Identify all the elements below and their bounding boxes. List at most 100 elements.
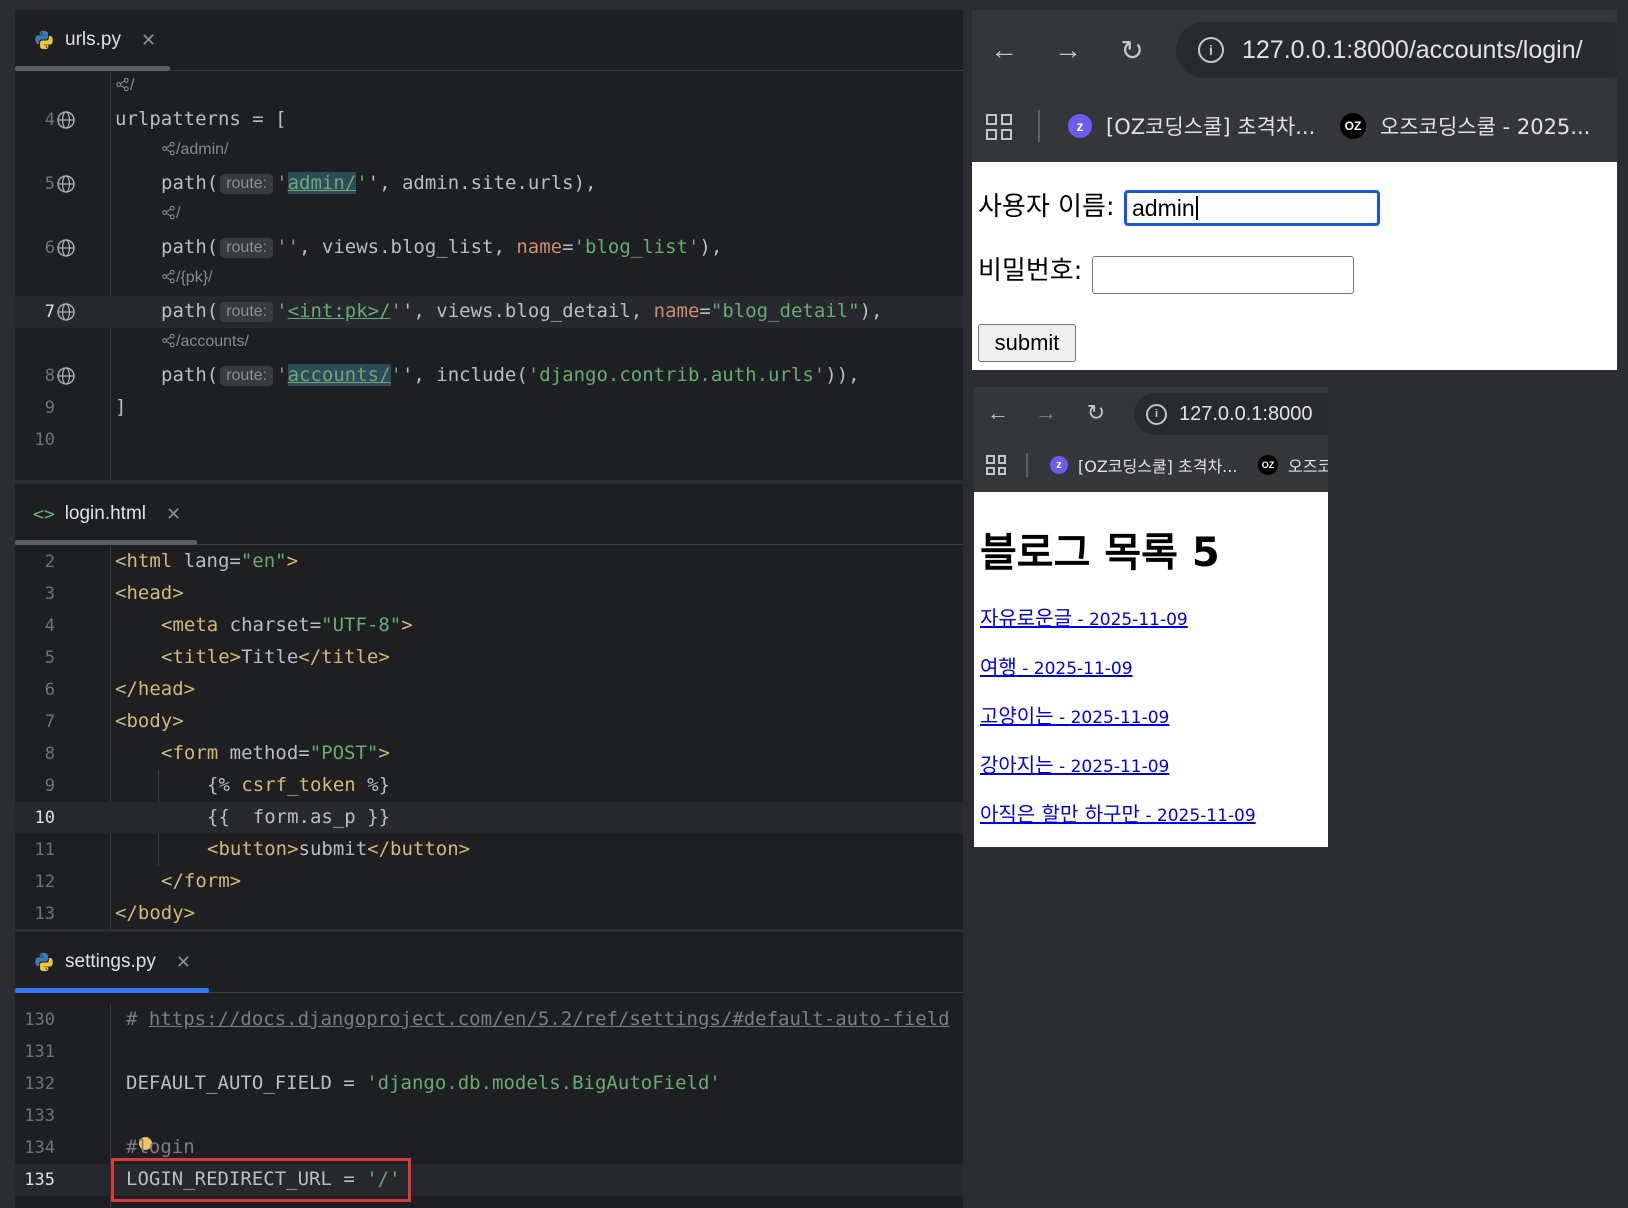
post-link[interactable]: 자유로운글 - 2025-11-09 bbox=[980, 602, 1256, 651]
globe-icon[interactable] bbox=[56, 366, 76, 386]
back-icon[interactable]: ← bbox=[984, 399, 1012, 427]
bookmark-item[interactable]: OZ 오즈코 bbox=[1258, 453, 1328, 477]
html-attr: lang bbox=[183, 550, 230, 572]
reload-icon[interactable]: ↻ bbox=[1114, 32, 1150, 68]
site-info-icon[interactable]: i bbox=[1198, 37, 1224, 63]
blog-list-page: 블로그 목록 5 자유로운글 - 2025-11-09 여행 - 2025-11… bbox=[974, 492, 1328, 847]
active-tab-indicator bbox=[15, 540, 197, 545]
code-line: 5 path(route:'admin/'', admin.site.urls)… bbox=[15, 168, 963, 200]
code-text: path( bbox=[161, 236, 219, 258]
post-title: 아직은 할만 하구만 bbox=[980, 802, 1140, 826]
bookmark-item[interactable]: z [OZ코딩스쿨] 초격차... bbox=[1050, 453, 1237, 477]
code-string: 'blog_list' bbox=[573, 236, 700, 258]
code-text: urlpatterns = [ bbox=[115, 108, 287, 130]
code-text: submit bbox=[298, 838, 368, 860]
globe-icon[interactable] bbox=[56, 238, 76, 258]
oz-bookmark-icon: z bbox=[1050, 456, 1068, 474]
settings-editor-pane: settings.py ✕ 130 # https://docs.djangop… bbox=[15, 932, 963, 1208]
browser-window-login: ← → ↻ i 127.0.0.1:8000/accounts/login/ z… bbox=[972, 10, 1617, 370]
param-hint-chip: route: bbox=[220, 174, 274, 194]
line-number: 10 bbox=[34, 808, 55, 828]
post-separator: - bbox=[1053, 708, 1071, 728]
apps-grid-icon[interactable] bbox=[986, 455, 1006, 475]
submit-button[interactable]: submit bbox=[978, 324, 1076, 362]
browser-window-blog-list: ← → ↻ i 127.0.0.1:8000 z [OZ코딩스쿨] 초격차...… bbox=[974, 387, 1328, 847]
endpoint-share-icon bbox=[115, 77, 130, 92]
endpoint-share-icon bbox=[161, 205, 176, 220]
line-number: 2 bbox=[44, 552, 55, 572]
line-number: 6 bbox=[44, 238, 55, 258]
code-line: 130 # https://docs.djangoproject.com/en/… bbox=[15, 1004, 963, 1036]
line-number: 9 bbox=[44, 398, 55, 418]
html-tag: <form bbox=[161, 742, 230, 764]
tab-login-html[interactable]: <> login.html ✕ bbox=[33, 484, 181, 544]
template-keyword: csrf_token bbox=[241, 774, 356, 796]
tab-urls-py[interactable]: urls.py ✕ bbox=[33, 10, 156, 70]
html-file-icon: <> bbox=[33, 503, 55, 525]
username-value: admin bbox=[1132, 194, 1195, 221]
code-line: 13 </body> bbox=[15, 898, 963, 929]
globe-icon[interactable] bbox=[56, 302, 76, 322]
code-text: = bbox=[562, 236, 574, 258]
post-title: 고양이는 bbox=[980, 704, 1054, 728]
code-text: '' bbox=[276, 236, 300, 258]
reload-icon[interactable]: ↻ bbox=[1082, 399, 1110, 427]
close-icon[interactable]: ✕ bbox=[176, 952, 191, 973]
param-hint-chip: route: bbox=[220, 302, 274, 322]
route-string: accounts/ bbox=[287, 364, 391, 386]
tab-label: urls.py bbox=[65, 29, 121, 50]
template-variable: {{ form.as_p }} bbox=[207, 806, 391, 828]
code-line: 7 <body> bbox=[15, 706, 963, 738]
code-line: 6 path(route: '', views.blog_list, name='… bbox=[15, 232, 963, 264]
bookmark-item[interactable]: OZ 오즈코딩스쿨 - 2025... bbox=[1340, 110, 1590, 142]
template-tag: {% bbox=[207, 774, 242, 796]
bookmark-item[interactable]: z [OZ코딩스쿨] 초격차... bbox=[1068, 110, 1315, 142]
urls-code-area[interactable]: / 4 urlpatterns = [ /admin/ 5 path(route… bbox=[15, 72, 963, 480]
post-separator: - bbox=[1016, 659, 1034, 679]
post-link[interactable]: 고양이는 - 2025-11-09 bbox=[980, 700, 1256, 749]
line-number: 132 bbox=[24, 1074, 55, 1094]
back-icon[interactable]: ← bbox=[986, 32, 1022, 68]
endpoint-share-icon bbox=[161, 333, 176, 348]
html-tag: </title> bbox=[298, 646, 390, 668]
post-link[interactable]: 여행 - 2025-11-09 bbox=[980, 651, 1256, 700]
code-string: 'django.db.models.BigAutoField' bbox=[366, 1072, 721, 1094]
tab-settings-py[interactable]: settings.py ✕ bbox=[33, 932, 191, 992]
close-icon[interactable]: ✕ bbox=[141, 30, 156, 51]
globe-icon[interactable] bbox=[56, 174, 76, 194]
globe-icon[interactable] bbox=[56, 110, 76, 130]
browser-toolbar: ← → ↻ i 127.0.0.1:8000 bbox=[974, 387, 1328, 439]
code-line: 3 <head> bbox=[15, 578, 963, 610]
login-code-area[interactable]: 2 <html lang="en"> 3 <head> 4 <meta char… bbox=[15, 546, 963, 929]
python-file-icon bbox=[33, 951, 55, 973]
code-text: ' bbox=[276, 300, 288, 322]
bookmark-label: [OZ코딩스쿨] 초격차... bbox=[1106, 115, 1316, 139]
close-icon[interactable]: ✕ bbox=[166, 504, 181, 525]
post-link[interactable]: 강아지는 - 2025-11-09 bbox=[980, 749, 1256, 798]
route-hint: /{pk}/ bbox=[176, 269, 213, 286]
post-title: 강아지는 bbox=[980, 753, 1054, 777]
endpoint-share-icon bbox=[161, 269, 176, 284]
password-input[interactable] bbox=[1092, 256, 1354, 294]
forward-icon[interactable]: → bbox=[1050, 32, 1086, 68]
comment-link[interactable]: https://docs.djangoproject.com/en/5.2/re… bbox=[149, 1008, 950, 1030]
post-list: 자유로운글 - 2025-11-09 여행 - 2025-11-09 고양이는 … bbox=[980, 602, 1256, 847]
code-line: /admin/ bbox=[15, 136, 963, 168]
post-separator: - bbox=[1072, 610, 1089, 630]
post-date: 2025-11-09 bbox=[1070, 708, 1170, 728]
post-link[interactable]: 아직은 할만 하구만 - 2025-11-09 bbox=[980, 798, 1256, 847]
url-text: 127.0.0.1:8000/accounts/login/ bbox=[1242, 35, 1583, 64]
route-hint: / bbox=[176, 205, 181, 222]
html-attr: charset bbox=[229, 614, 310, 636]
address-bar[interactable]: i 127.0.0.1:8000/accounts/login/ bbox=[1176, 22, 1617, 78]
html-tag: <meta bbox=[161, 614, 230, 636]
code-line: 11 <button>submit</button> bbox=[15, 834, 963, 866]
bookmark-label: 오즈코 bbox=[1288, 457, 1328, 476]
endpoint-share-icon bbox=[161, 141, 176, 156]
forward-icon[interactable]: → bbox=[1032, 399, 1060, 427]
code-line: /{pk}/ bbox=[15, 264, 963, 296]
address-bar[interactable]: i 127.0.0.1:8000 bbox=[1134, 393, 1328, 435]
apps-grid-icon[interactable] bbox=[986, 114, 1012, 140]
username-input[interactable]: admin bbox=[1124, 190, 1380, 226]
site-info-icon[interactable]: i bbox=[1146, 403, 1167, 425]
